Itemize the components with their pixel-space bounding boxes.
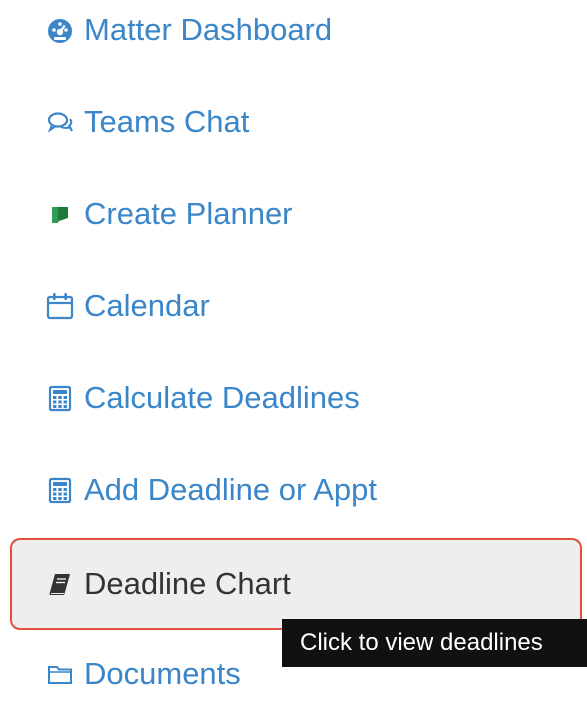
book-icon xyxy=(44,568,76,600)
tooltip: Click to view deadlines xyxy=(282,619,587,667)
highlighted-menu-row: Deadline Chart xyxy=(10,538,582,630)
calculator-icon xyxy=(44,474,76,506)
calendar-icon xyxy=(44,290,76,322)
menu-item-matter-dashboard[interactable]: Matter Dashboard xyxy=(44,10,332,50)
menu-item-add-deadline[interactable]: Add Deadline or Appt xyxy=(44,470,377,510)
menu-item-teams-chat[interactable]: Teams Chat xyxy=(44,102,249,142)
chat-icon xyxy=(44,106,76,138)
menu-item-calendar[interactable]: Calendar xyxy=(44,286,210,326)
calculator-icon xyxy=(44,382,76,414)
menu-item-label: Add Deadline or Appt xyxy=(84,472,377,507)
planner-icon xyxy=(44,198,76,230)
menu-item-label: Create Planner xyxy=(84,196,293,231)
menu-item-label: Calculate Deadlines xyxy=(84,380,360,415)
menu-item-label: Matter Dashboard xyxy=(84,12,333,47)
folder-icon xyxy=(44,658,76,690)
tooltip-text: Click to view deadlines xyxy=(300,629,543,656)
menu-item-create-planner[interactable]: Create Planner xyxy=(44,194,293,234)
menu-item-deadline-chart[interactable]: Deadline Chart xyxy=(44,564,291,604)
menu-item-label: Documents xyxy=(84,656,241,691)
menu-item-label: Deadline Chart xyxy=(84,566,291,601)
menu-item-calculate-deadlines[interactable]: Calculate Deadlines xyxy=(44,378,360,418)
menu-item-label: Calendar xyxy=(84,288,210,323)
menu-item-label: Teams Chat xyxy=(84,104,250,139)
sidebar-menu: Matter Dashboard Teams Chat Create Plann… xyxy=(0,0,587,719)
dashboard-icon xyxy=(44,14,76,46)
menu-item-documents[interactable]: Documents xyxy=(44,654,241,694)
